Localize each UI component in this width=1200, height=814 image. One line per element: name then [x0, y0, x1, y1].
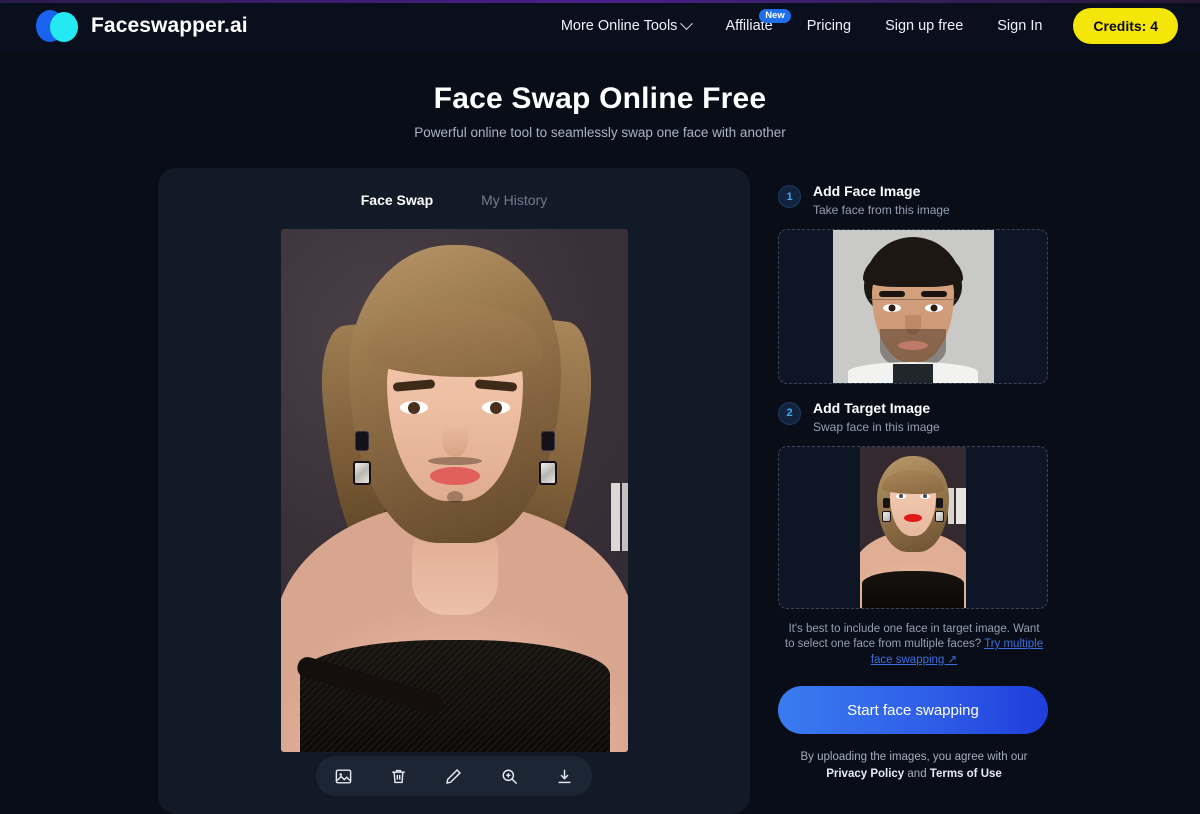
chevron-down-icon — [680, 16, 694, 30]
result-preview-image[interactable] — [281, 229, 628, 752]
nav-item-pricing[interactable]: Pricing — [790, 10, 868, 42]
brand-logo[interactable]: Faceswapper.ai — [36, 10, 248, 42]
site-header: Faceswapper.ai More Online Tools Affilia… — [0, 0, 1200, 52]
brand-name: Faceswapper.ai — [91, 14, 248, 37]
start-face-swapping-button[interactable]: Start face swapping — [778, 686, 1048, 735]
step-2-subtitle: Swap face in this image — [813, 419, 940, 434]
preview-eye-right — [481, 401, 510, 414]
preview-backdrop-logo-2 — [622, 483, 628, 551]
nav-item-sign-up-free[interactable]: Sign up free — [868, 10, 980, 42]
tab-face-swap[interactable]: Face Swap — [359, 190, 435, 212]
preview-chin-hair — [446, 491, 463, 503]
step-1-subtitle: Take face from this image — [813, 202, 950, 217]
tab-my-history[interactable]: My History — [479, 190, 549, 212]
trash-icon — [389, 767, 408, 786]
legal-notice: By uploading the images, you agree with … — [778, 749, 1050, 782]
pencil-icon — [444, 767, 463, 786]
new-badge: New — [759, 9, 791, 23]
nav-label: Sign In — [997, 18, 1043, 34]
target-image-dropzone[interactable] — [778, 445, 1048, 609]
nav-item-affiliate[interactable]: Affiliate New — [708, 9, 791, 42]
page-title: Face Swap Online Free — [433, 82, 767, 115]
main-nav: More Online Tools Affiliate New Pricing … — [544, 8, 1178, 44]
preview-nose — [441, 425, 468, 457]
credits-button[interactable]: Credits: 4 — [1073, 8, 1178, 44]
preview-dress — [299, 640, 610, 752]
image-icon-button[interactable] — [328, 760, 360, 792]
multiple-faces-hint: It's best to include one face in target … — [778, 622, 1050, 669]
hero-section: Face Swap Online Free Powerful online to… — [0, 82, 1200, 140]
edit-button[interactable] — [438, 760, 470, 792]
download-button[interactable] — [548, 760, 580, 792]
step-1-title: Add Face Image — [813, 183, 921, 199]
preview-earring-right — [538, 431, 557, 487]
nav-item-sign-in[interactable]: Sign In — [980, 10, 1059, 42]
nav-label: Sign up free — [885, 18, 964, 34]
nav-label: Pricing — [806, 18, 852, 34]
nav-label: More Online Tools — [560, 18, 678, 34]
nav-item-more-online-tools[interactable]: More Online Tools — [544, 10, 709, 42]
top-accent-bar — [0, 0, 1200, 3]
face-image-dropzone[interactable] — [778, 228, 1048, 384]
target-image-thumbnail — [860, 446, 966, 608]
preview-backdrop-logo — [611, 483, 620, 551]
image-toolbar — [316, 756, 592, 796]
terms-of-use-link[interactable]: Terms of Use — [930, 768, 1002, 780]
zoom-in-button[interactable] — [493, 760, 525, 792]
page-subtitle: Powerful online tool to seamlessly swap … — [414, 125, 786, 140]
step-2-badge: 2 — [778, 401, 801, 425]
delete-button[interactable] — [383, 760, 415, 792]
legal-text: By uploading the images, you agree with … — [800, 751, 1028, 764]
faceswapper-logo-icon — [36, 10, 80, 42]
step-2-header: 2 Add Target Image Swap face in this ima… — [778, 400, 1050, 434]
workspace-tabs: Face Swap My History — [158, 168, 750, 212]
zoom-in-icon — [500, 767, 519, 786]
face-image-thumbnail — [832, 229, 994, 383]
download-icon — [555, 767, 574, 786]
preview-eye-left — [399, 401, 428, 414]
side-panel: 1 Add Face Image Take face from this ima… — [778, 183, 1050, 782]
legal-conjunction: and — [904, 767, 930, 780]
step-1-badge: 1 — [778, 185, 801, 208]
step-1-header: 1 Add Face Image Take face from this ima… — [778, 183, 1050, 217]
privacy-policy-link[interactable]: Privacy Policy — [826, 768, 904, 780]
step-2-title: Add Target Image — [813, 399, 931, 416]
preview-moustache — [427, 457, 482, 465]
workspace-card: Face Swap My History — [158, 168, 750, 814]
image-icon — [334, 767, 353, 786]
preview-earring-left — [352, 431, 371, 487]
preview-lips — [429, 467, 480, 485]
